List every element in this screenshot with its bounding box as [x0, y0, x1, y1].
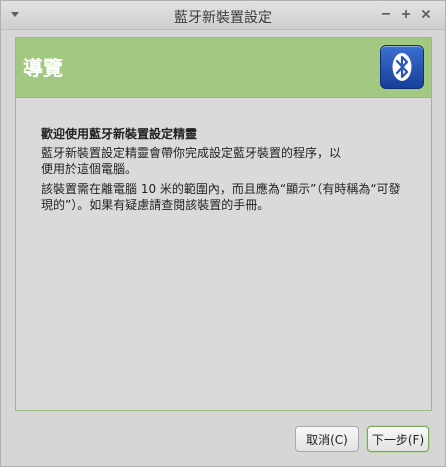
close-button[interactable]: [418, 6, 434, 22]
next-button[interactable]: 下一步(F): [367, 426, 429, 452]
maximize-button[interactable]: [398, 6, 414, 22]
close-icon: [421, 9, 431, 19]
minimize-icon: [382, 13, 390, 15]
page-title: 導覽: [23, 56, 63, 80]
instruction-text: 該裝置需在離電腦 10 米的範圍內，而且應為“顯示”（有時稱為“可發現的”）。如…: [41, 182, 401, 212]
content-panel: 歡迎使用藍牙新裝置設定精靈 藍牙新裝置設定精靈會帶你完成設定藍牙裝置的程序，以便…: [15, 98, 432, 411]
bluetooth-icon: [380, 45, 424, 89]
cancel-button[interactable]: 取消(C): [295, 426, 359, 452]
plus-icon: [402, 10, 410, 18]
title-bar[interactable]: 藍牙新裝置設定: [1, 1, 445, 30]
intro-text: 藍牙新裝置設定精靈會帶你完成設定藍牙裝置的程序，以便用於這個電腦。: [41, 146, 342, 176]
welcome-heading: 歡迎使用藍牙新裝置設定精靈: [41, 127, 198, 141]
wizard-header: 導覽: [15, 37, 432, 98]
minimize-button[interactable]: [378, 6, 394, 22]
wizard-window: 藍牙新裝置設定 導覽 歡迎使用藍牙新裝置設定精靈 藍牙新裝置設定精靈會帶你完成設…: [0, 0, 446, 467]
